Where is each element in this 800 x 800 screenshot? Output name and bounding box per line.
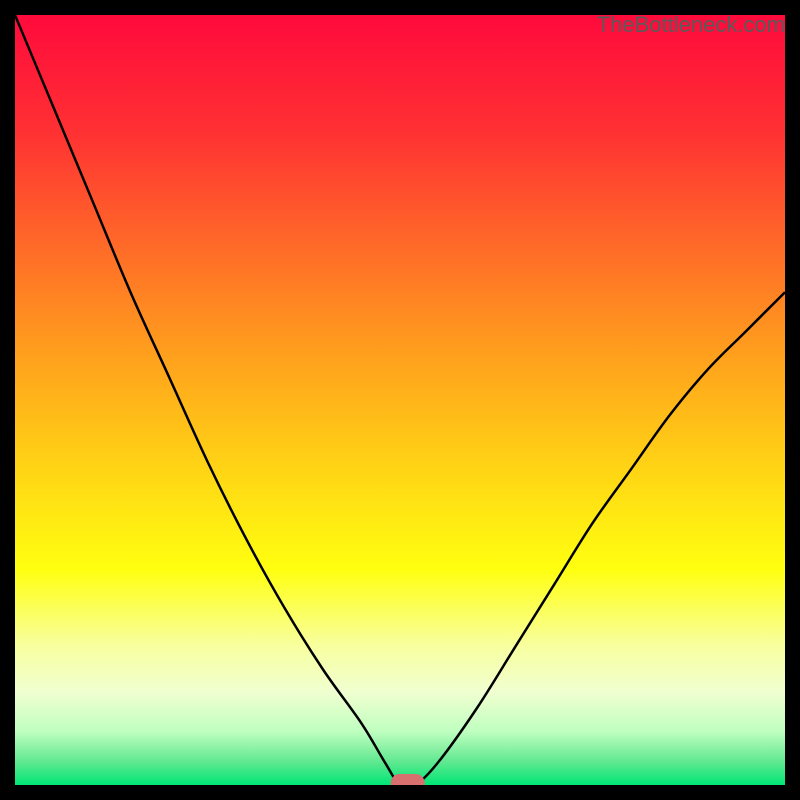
gradient-background (15, 15, 785, 785)
watermark-text: TheBottleneck.com (597, 12, 785, 38)
chart-container: TheBottleneck.com (0, 0, 800, 800)
chart-svg (15, 15, 785, 785)
plot-area (15, 15, 785, 785)
optimal-marker (391, 774, 425, 785)
